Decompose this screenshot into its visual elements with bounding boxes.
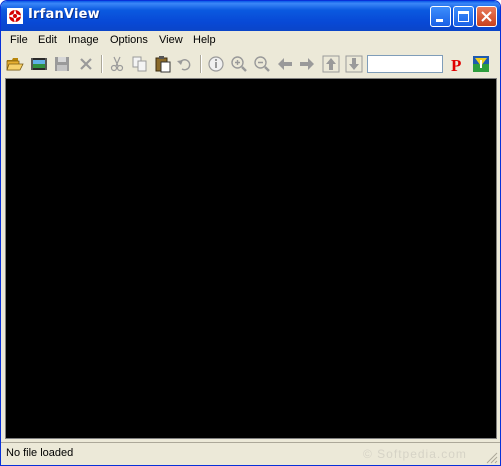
print-icon[interactable]: P — [448, 55, 466, 73]
minimize-icon — [436, 19, 443, 22]
window-title: IrfanView — [28, 7, 100, 22]
menu-file[interactable]: File — [10, 34, 28, 46]
title-bar[interactable]: IrfanView — [1, 1, 500, 31]
maximize-icon — [458, 11, 469, 22]
zoom-out-icon[interactable] — [253, 55, 271, 73]
menu-bar: File Edit Image Options View Help — [1, 31, 500, 51]
irfanview-app-icon — [7, 8, 23, 24]
irfanview-window: IrfanView File Edit Image Options View H… — [0, 0, 501, 466]
menu-image[interactable]: Image — [68, 34, 99, 46]
menu-edit[interactable]: Edit — [38, 34, 57, 46]
resize-grip-icon[interactable] — [486, 452, 498, 464]
maximize-button[interactable] — [453, 6, 474, 27]
status-text: No file loaded — [6, 447, 74, 459]
slideshow-icon[interactable] — [30, 55, 48, 73]
close-icon — [481, 11, 492, 22]
watermark: © Softpedia.com — [363, 447, 467, 461]
open-folder-icon[interactable] — [6, 55, 24, 73]
delete-icon[interactable] — [77, 55, 95, 73]
zoom-in-icon[interactable] — [230, 55, 248, 73]
first-icon[interactable] — [322, 55, 340, 73]
toolbar-separator — [200, 55, 202, 73]
menu-view[interactable]: View — [159, 34, 183, 46]
close-button[interactable] — [476, 6, 497, 27]
next-icon[interactable] — [298, 55, 316, 73]
logo-icon[interactable] — [472, 55, 490, 73]
menu-options[interactable]: Options — [110, 34, 148, 46]
last-icon[interactable] — [345, 55, 363, 73]
toolbar: P — [1, 52, 500, 77]
page-input[interactable] — [367, 55, 443, 73]
undo-icon[interactable] — [176, 55, 194, 73]
menu-help[interactable]: Help — [193, 34, 216, 46]
cut-icon[interactable] — [108, 55, 126, 73]
info-icon[interactable] — [207, 55, 225, 73]
print-icon-label: P — [451, 56, 461, 73]
save-icon[interactable] — [53, 55, 71, 73]
paste-icon[interactable] — [154, 55, 172, 73]
previous-icon[interactable] — [276, 55, 294, 73]
copy-icon[interactable] — [131, 55, 149, 73]
minimize-button[interactable] — [430, 6, 451, 27]
toolbar-separator — [101, 55, 103, 73]
status-bar: No file loaded © Softpedia.com — [1, 442, 500, 465]
image-canvas[interactable] — [5, 78, 497, 439]
